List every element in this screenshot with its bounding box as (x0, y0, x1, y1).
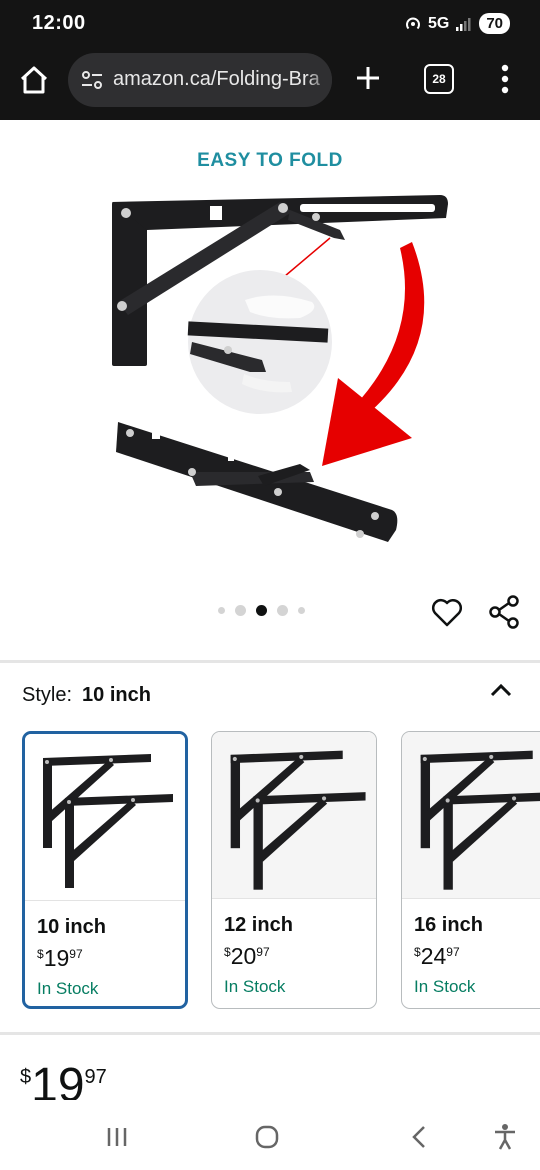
site-settings-icon[interactable] (80, 68, 104, 92)
style-selector-heading: Style: 10 inch (22, 684, 151, 707)
style-option-thumbnail (402, 732, 540, 899)
style-option-size: 16 inch (414, 914, 483, 936)
recent-apps-icon[interactable] (102, 1122, 132, 1152)
share-icon[interactable] (486, 594, 522, 630)
home-icon[interactable] (14, 60, 54, 100)
style-option-price: $1997 (37, 945, 83, 971)
pagination-dot[interactable] (277, 605, 288, 616)
section-divider (0, 1032, 540, 1035)
browser-chrome: 12:00 5G 70 amazon.ca/Folding-Bra 28 (0, 0, 540, 120)
product-image-gallery[interactable]: EASY TO FOLD (0, 120, 540, 650)
section-divider (0, 660, 540, 663)
status-bar: 12:00 5G 70 (0, 0, 540, 50)
style-option-card[interactable]: 16 inch $2497 In Stock (401, 731, 540, 1009)
style-option-availability: In Stock (414, 977, 476, 996)
pagination-dot[interactable] (218, 607, 225, 614)
address-bar[interactable]: amazon.ca/Folding-Bra (68, 53, 332, 107)
folding-bracket-product-image[interactable] (0, 120, 540, 590)
image-pagination-dots[interactable] (218, 605, 305, 616)
accessibility-icon[interactable] (490, 1122, 520, 1152)
chevron-up-icon[interactable] (486, 678, 516, 702)
system-navigation-bar (0, 1100, 540, 1170)
pagination-dot[interactable] (298, 607, 305, 614)
status-icons: 5G 70 (404, 13, 510, 34)
style-option-card[interactable]: 12 inch $2097 In Stock (211, 731, 377, 1009)
status-time: 12:00 (32, 12, 86, 34)
tab-switcher-button[interactable]: 28 (424, 64, 454, 94)
style-option-thumbnail (25, 734, 185, 901)
more-options-icon[interactable] (490, 62, 520, 96)
pagination-dot[interactable] (235, 605, 246, 616)
style-option-availability: In Stock (224, 977, 286, 996)
style-option-size: 12 inch (224, 914, 293, 936)
style-option-availability: In Stock (37, 979, 99, 998)
style-option-price: $2497 (414, 943, 460, 969)
bracket-pair-thumbnail (43, 754, 173, 888)
back-icon[interactable] (404, 1122, 434, 1152)
hotspot-icon (405, 17, 420, 29)
style-option-card[interactable]: 10 inch $1997 In Stock (22, 731, 188, 1009)
bracket-pair-thumbnail (230, 750, 366, 890)
network-type: 5G (427, 14, 450, 32)
home-nav-icon[interactable] (252, 1122, 282, 1152)
pagination-dot-active[interactable] (256, 605, 267, 616)
url-text[interactable]: amazon.ca/Folding-Bra (113, 68, 320, 91)
style-option-size: 10 inch (37, 916, 106, 938)
new-tab-icon[interactable] (352, 62, 384, 94)
bracket-pair-thumbnail (420, 750, 540, 890)
style-label: Style: (22, 684, 73, 706)
signal-icon (456, 17, 471, 31)
style-option-thumbnail (212, 732, 376, 899)
heart-icon[interactable] (430, 596, 464, 630)
battery-level: 70 (479, 13, 510, 34)
selected-style-value: 10 inch (82, 684, 151, 706)
style-option-price: $2097 (224, 943, 270, 969)
